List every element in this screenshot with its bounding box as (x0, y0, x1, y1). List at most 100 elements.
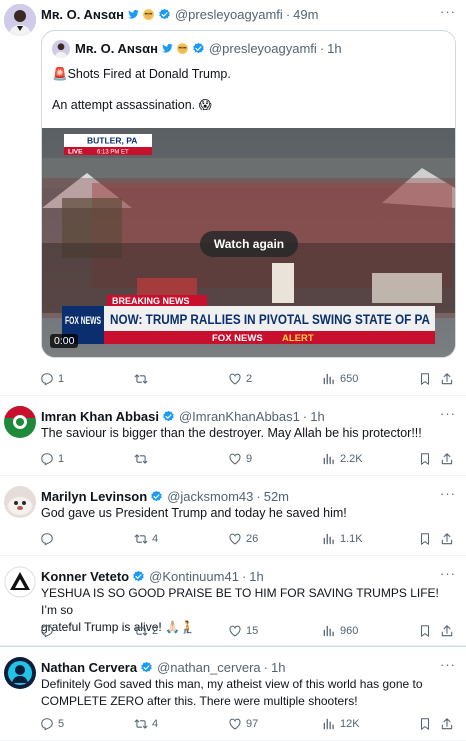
reply-button[interactable] (40, 532, 58, 546)
verified-badge-icon (140, 661, 153, 674)
timestamp[interactable]: 1h (249, 569, 263, 584)
tweet-text: God gave us President Trump and today he… (41, 506, 347, 520)
video-player[interactable]: BUTLER, PA LIVE 6:13 PM ET BREAKING NEWS… (42, 128, 455, 357)
avatar[interactable] (4, 657, 36, 689)
tweet-header: Imran Khan Abbasi @ImranKhanAbbas1 · 1h (41, 408, 325, 424)
reply-button[interactable]: 1 (40, 452, 64, 466)
user-handle[interactable]: @nathan_cervera (157, 660, 261, 675)
views-button[interactable]: 960 (322, 624, 358, 638)
bookmark-button[interactable] (418, 717, 432, 731)
share-button[interactable] (440, 372, 454, 386)
more-options-button[interactable]: ··· (440, 657, 456, 672)
timestamp[interactable]: 52m (264, 489, 289, 504)
reply-icon (40, 717, 54, 731)
like-button[interactable]: 2 (228, 372, 252, 386)
tweet-nathan-cervera[interactable]: Nathan Cervera @nathan_cervera · 1h ··· … (0, 646, 466, 741)
timestamp[interactable]: 1h (271, 660, 285, 675)
timestamp[interactable]: 49m (293, 7, 318, 22)
share-button[interactable] (440, 624, 454, 638)
retweet-button[interactable] (134, 372, 152, 386)
like-icon (228, 717, 242, 731)
views-icon (322, 372, 336, 386)
emoji-badge-icon (176, 42, 189, 55)
like-button[interactable]: 97 (228, 717, 258, 731)
avatar[interactable] (4, 406, 36, 438)
bookmark-icon (418, 532, 432, 546)
retweet-button[interactable]: 4 (134, 532, 158, 546)
more-options-button[interactable]: ··· (440, 4, 456, 19)
views-button[interactable]: 12K (322, 717, 360, 731)
quoted-tweet[interactable]: Mʀ. O. Aɴsαн @presleyoagyamfi · 1h 🚨Shot… (41, 30, 456, 358)
share-button[interactable] (440, 532, 454, 546)
display-name[interactable]: Konner Veteto (41, 569, 129, 584)
retweet-icon (134, 624, 148, 638)
more-options-button[interactable]: ··· (440, 486, 456, 501)
user-handle[interactable]: @jacksmom43 (167, 489, 253, 504)
like-button[interactable]: 26 (228, 532, 258, 546)
tweet-imrankhanabbas1[interactable]: Imran Khan Abbasi @ImranKhanAbbas1 · 1h … (0, 396, 466, 476)
user-handle[interactable]: @presleyoagyamfi (175, 7, 283, 22)
user-handle[interactable]: @Kontinuum41 (149, 569, 239, 584)
share-button[interactable] (440, 717, 454, 731)
quoted-text-line-2: An attempt assassination. 😱 (52, 98, 212, 112)
tweet-presleyoagyamfi[interactable]: Mʀ. O. Aɴsαн @presleyoagyamfi · 49m ··· … (0, 0, 466, 396)
tweet-header: Nathan Cervera @nathan_cervera · 1h (41, 659, 286, 675)
reply-button[interactable] (40, 624, 58, 638)
timestamp[interactable]: 1h (310, 409, 324, 424)
bookmark-button[interactable] (418, 532, 432, 546)
share-icon (440, 717, 454, 731)
verified-badge-icon (192, 42, 205, 55)
views-icon (322, 624, 336, 638)
retweet-button[interactable]: 4 (134, 717, 158, 731)
tweet-header: Konner Veteto @Kontinuum41 · 1h (41, 568, 264, 584)
blue-bird-icon (161, 42, 174, 55)
reply-button[interactable]: 5 (40, 717, 64, 731)
tweet-actions: 1 9 2.2K (40, 452, 454, 470)
tweet-jacksmom43[interactable]: Marilyn Levinson @jacksmom43 · 52m ··· G… (0, 476, 466, 556)
like-button[interactable]: 15 (228, 624, 258, 638)
user-handle[interactable]: @ImranKhanAbbas1 (179, 409, 300, 424)
bookmark-button[interactable] (418, 372, 432, 386)
bookmark-button[interactable] (418, 624, 432, 638)
views-button[interactable]: 2.2K (322, 452, 363, 466)
quoted-text-line-1: 🚨Shots Fired at Donald Trump. (52, 67, 231, 81)
quoted-avatar (52, 40, 70, 58)
reply-button[interactable]: 1 (40, 372, 64, 386)
bookmark-icon (418, 372, 432, 386)
views-button[interactable]: 1.1K (322, 532, 363, 546)
avatar[interactable] (4, 566, 36, 598)
like-count: 9 (246, 453, 253, 465)
view-count: 960 (340, 625, 359, 637)
verified-badge-icon (132, 570, 145, 583)
blue-bird-icon (127, 8, 140, 21)
display-name[interactable]: Marilyn Levinson (41, 489, 147, 504)
quoted-display-name: Mʀ. O. Aɴsαн (75, 41, 158, 56)
retweet-icon (134, 532, 148, 546)
display-name[interactable]: Mʀ. O. Aɴsαн (41, 7, 124, 22)
tweet-text: Definitely God saved this man, my atheis… (41, 676, 458, 710)
share-button[interactable] (440, 452, 454, 466)
more-options-button[interactable]: ··· (440, 406, 456, 421)
live-time: 6:13 PM ET (97, 150, 129, 156)
view-count: 1.1K (340, 533, 363, 545)
display-name[interactable]: Imran Khan Abbasi (41, 409, 159, 424)
display-name[interactable]: Nathan Cervera (41, 660, 137, 675)
reply-count: 1 (58, 373, 65, 385)
bookmark-icon (418, 624, 432, 638)
avatar[interactable] (4, 486, 36, 518)
watch-again-button[interactable]: Watch again (200, 231, 298, 257)
avatar[interactable] (4, 4, 36, 36)
tweet-kontinuum41[interactable]: Konner Veteto @Kontinuum41 · 1h ··· YESH… (0, 556, 466, 646)
tweet-actions: 5 4 97 12K (40, 717, 454, 735)
video-timecode: 0:00 (50, 334, 79, 348)
share-icon (440, 624, 454, 638)
like-icon (228, 532, 242, 546)
bookmark-button[interactable] (418, 452, 432, 466)
like-button[interactable]: 9 (228, 452, 252, 466)
emoji-badge-icon (142, 8, 155, 21)
tweet-text: The saviour is bigger than the destroyer… (41, 426, 422, 440)
views-button[interactable]: 650 (322, 372, 358, 386)
retweet-button[interactable] (134, 452, 152, 466)
more-options-button[interactable]: ··· (440, 566, 456, 581)
retweet-button[interactable]: 2 (134, 624, 158, 638)
